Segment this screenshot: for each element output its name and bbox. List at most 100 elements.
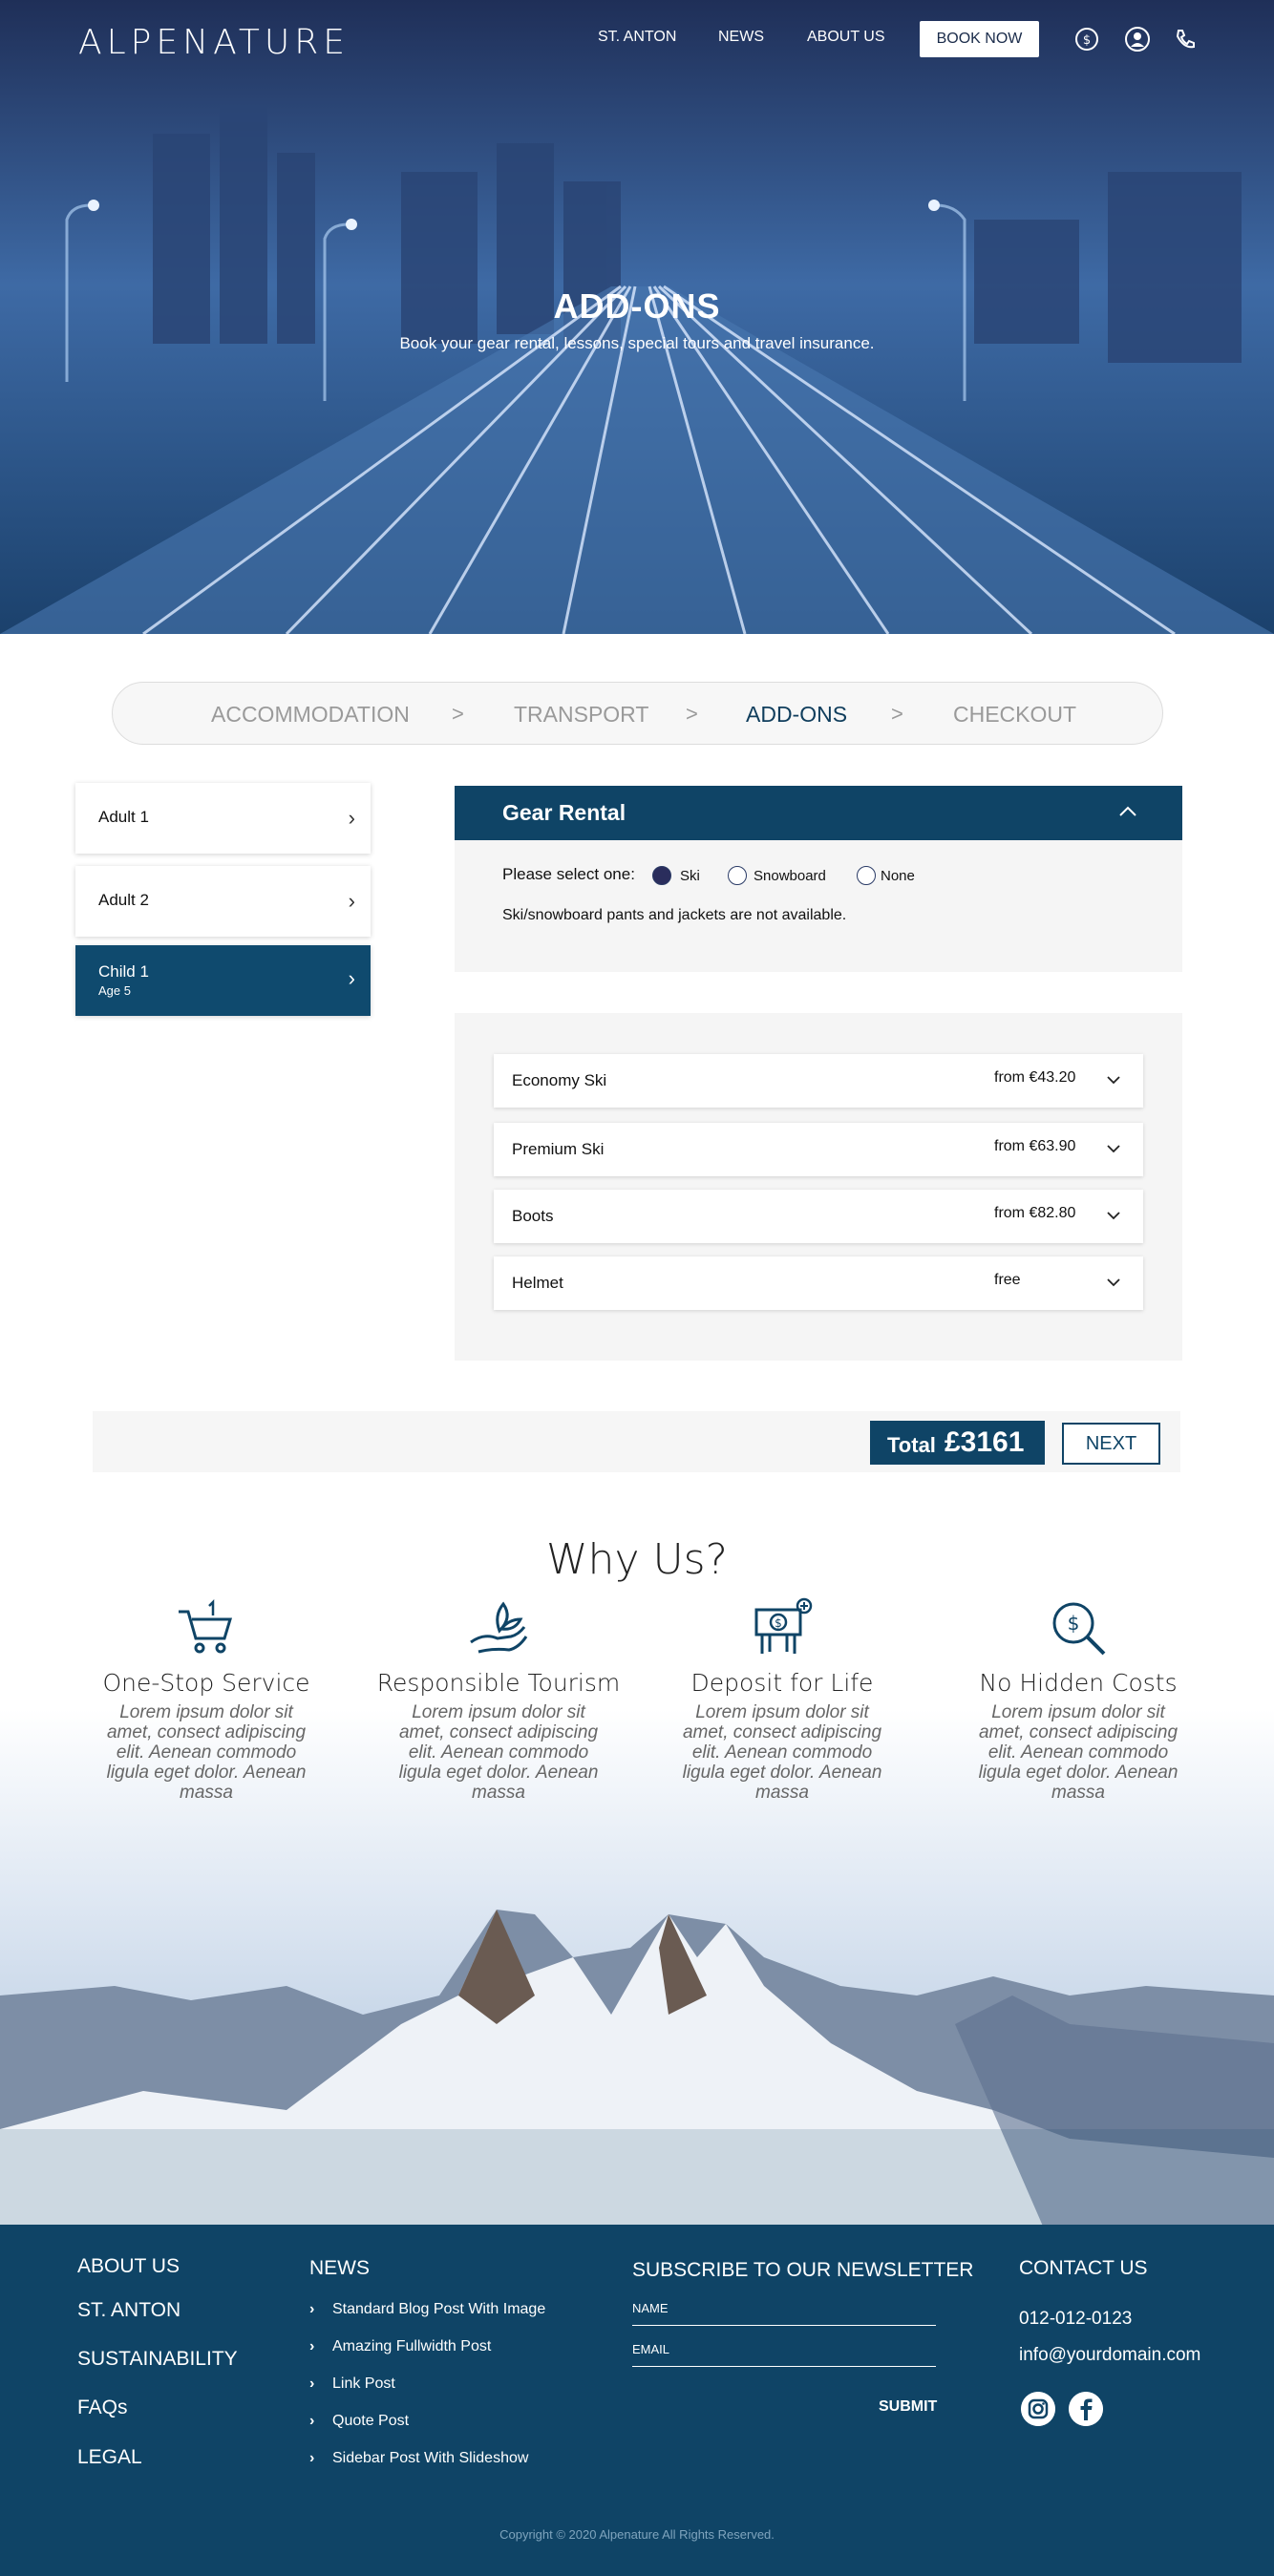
step-checkout[interactable]: CHECKOUT	[953, 702, 1076, 728]
traveller-child-1[interactable]: Child 1 Age 5 ›	[75, 945, 371, 1016]
gear-item-boots[interactable]: Boots from €82.80	[494, 1190, 1143, 1243]
footer-link-legal[interactable]: LEGAL	[77, 2446, 142, 2469]
book-now-button[interactable]: BOOK NOW	[920, 21, 1039, 57]
account-icon[interactable]	[1123, 25, 1152, 53]
step-separator: >	[891, 702, 903, 726]
footer-link-about-us[interactable]: ABOUT US	[77, 2255, 180, 2278]
feature-deposit-for-life: $ Deposit for Life Lorem ipsum dolor sit…	[658, 1594, 906, 1803]
gear-item-price: free	[994, 1272, 1021, 1288]
feature-title: One-Stop Service	[102, 1669, 310, 1697]
nav-about-us[interactable]: ABOUT US	[807, 29, 885, 46]
instagram-icon[interactable]	[1021, 2392, 1055, 2426]
feature-title: Responsible Tourism	[376, 1669, 621, 1697]
step-separator: >	[452, 702, 464, 726]
radio-none[interactable]	[857, 866, 876, 885]
chevron-right-icon: ›	[309, 2301, 315, 2317]
contact-heading: CONTACT US	[1019, 2257, 1148, 2279]
feature-responsible-tourism: Responsible Tourism Lorem ipsum dolor si…	[374, 1594, 623, 1803]
feature-description: Lorem ipsum dolor sit amet, consect adip…	[398, 1702, 599, 1803]
radio-ski[interactable]	[652, 866, 671, 885]
chevron-down-icon[interactable]	[1105, 1140, 1122, 1157]
news-link[interactable]: › Standard Blog Post With Image	[309, 2301, 545, 2318]
news-link[interactable]: › Link Post	[309, 2375, 395, 2393]
radio-ski-label[interactable]: Ski	[680, 868, 700, 884]
traveller-age: Age 5	[98, 983, 131, 998]
chevron-up-icon[interactable]	[1117, 801, 1138, 822]
feature-title: Deposit for Life	[690, 1669, 874, 1697]
gear-item-name: Helmet	[512, 1274, 563, 1292]
gear-item-name: Boots	[512, 1207, 554, 1225]
gear-note: Ski/snowboard pants and jackets are not …	[502, 907, 847, 923]
traveller-adult-1[interactable]: Adult 1 ›	[75, 783, 371, 854]
step-transport[interactable]: TRANSPORT	[514, 702, 648, 728]
svg-text:$: $	[775, 1616, 782, 1630]
step-separator: >	[686, 702, 698, 726]
chevron-right-icon: ›	[309, 2375, 315, 2392]
feature-description: Lorem ipsum dolor sit amet, consect adip…	[106, 1702, 307, 1803]
chevron-right-icon: ›	[348, 966, 355, 990]
gear-item-price: from €43.20	[994, 1069, 1076, 1086]
cart-icon	[179, 1598, 233, 1654]
traveller-name: Adult 2	[98, 891, 149, 909]
newsletter-email-field[interactable]: EMAIL	[632, 2342, 936, 2367]
gear-item-economy-ski[interactable]: Economy Ski from €43.20	[494, 1054, 1143, 1108]
newsletter-name-field[interactable]: NAME	[632, 2301, 936, 2326]
news-link[interactable]: › Quote Post	[309, 2413, 409, 2430]
contact-phone[interactable]: 012-012-0123	[1019, 2309, 1132, 2330]
gear-item-price: from €82.80	[994, 1205, 1076, 1221]
radio-snowboard[interactable]	[728, 866, 747, 885]
news-link[interactable]: › Amazing Fullwidth Post	[309, 2338, 491, 2355]
search-dollar-icon: $	[1052, 1602, 1106, 1656]
chevron-right-icon: ›	[348, 889, 355, 913]
newsletter-heading: SUBSCRIBE TO OUR NEWSLETTER	[632, 2259, 974, 2281]
feature-description: Lorem ipsum dolor sit amet, consect adip…	[978, 1702, 1178, 1803]
gear-item-name: Economy Ski	[512, 1071, 607, 1089]
currency-icon[interactable]: $	[1072, 25, 1101, 53]
total-badge: Total £3161	[870, 1421, 1045, 1465]
feature-no-hidden-costs: $ No Hidden Costs Lorem ipsum dolor sit …	[954, 1594, 1202, 1803]
logo[interactable]: ALPENATURE	[78, 23, 350, 62]
svg-text:$: $	[1083, 33, 1091, 48]
gear-item-premium-ski[interactable]: Premium Ski from €63.90	[494, 1123, 1143, 1176]
why-us-title: Why Us?	[546, 1535, 728, 1584]
phone-icon[interactable]	[1171, 25, 1200, 53]
chevron-down-icon[interactable]	[1105, 1274, 1122, 1291]
footer-link-st-anton[interactable]: ST. ANTON	[77, 2299, 180, 2322]
chevron-down-icon[interactable]	[1105, 1207, 1122, 1224]
nav-st-anton[interactable]: ST. ANTON	[598, 29, 676, 46]
facebook-icon[interactable]	[1069, 2392, 1103, 2426]
svg-text:$: $	[1068, 1612, 1080, 1635]
traveller-adult-2[interactable]: Adult 2 ›	[75, 866, 371, 937]
feature-description: Lorem ipsum dolor sit amet, consect adip…	[682, 1702, 882, 1803]
gear-items-panel: Economy Ski from €43.20 Premium Ski from…	[455, 1013, 1182, 1361]
total-value: £3161	[945, 1426, 1025, 1458]
radio-snowboard-label[interactable]: Snowboard	[754, 868, 826, 884]
next-button[interactable]: NEXT	[1062, 1423, 1160, 1465]
nav-news[interactable]: NEWS	[718, 29, 764, 46]
step-accommodation[interactable]: ACCOMMODATION	[211, 702, 410, 728]
footer-link-faqs[interactable]: FAQs	[77, 2397, 128, 2419]
feature-one-stop-service: One-Stop Service Lorem ipsum dolor sit a…	[82, 1594, 330, 1803]
chevron-right-icon: ›	[348, 806, 355, 830]
news-link[interactable]: › Sidebar Post With Slideshow	[309, 2450, 528, 2467]
hand-leaf-icon	[470, 1601, 528, 1654]
gear-item-name: Premium Ski	[512, 1140, 605, 1158]
gear-rental-options: Please select one: Ski Snowboard None Sk…	[455, 840, 1182, 972]
chevron-down-icon[interactable]	[1105, 1071, 1122, 1088]
gear-item-helmet[interactable]: Helmet free	[494, 1256, 1143, 1310]
gear-rental-title: Gear Rental	[502, 800, 626, 825]
chevron-right-icon: ›	[309, 2338, 315, 2354]
money-icon: $	[754, 1597, 813, 1654]
step-add-ons[interactable]: ADD-ONS	[746, 702, 847, 728]
gear-rental-header[interactable]: Gear Rental	[455, 786, 1182, 840]
feature-title: No Hidden Costs	[979, 1669, 1178, 1697]
contact-email[interactable]: info@yourdomain.com	[1019, 2345, 1200, 2366]
page-subtitle: Book your gear rental, lessons, special …	[399, 334, 875, 352]
chevron-right-icon: ›	[309, 2413, 315, 2429]
hero-banner: ALPENATURE ST. ANTON NEWS ABOUT US BOOK …	[0, 0, 1274, 634]
newsletter-submit-button[interactable]: SUBMIT	[879, 2398, 937, 2416]
radio-none-label[interactable]: None	[881, 868, 915, 884]
footer-link-sustainability[interactable]: SUSTAINABILITY	[77, 2348, 238, 2371]
total-bar: Total £3161 NEXT	[93, 1411, 1180, 1472]
select-label: Please select one:	[502, 865, 635, 883]
